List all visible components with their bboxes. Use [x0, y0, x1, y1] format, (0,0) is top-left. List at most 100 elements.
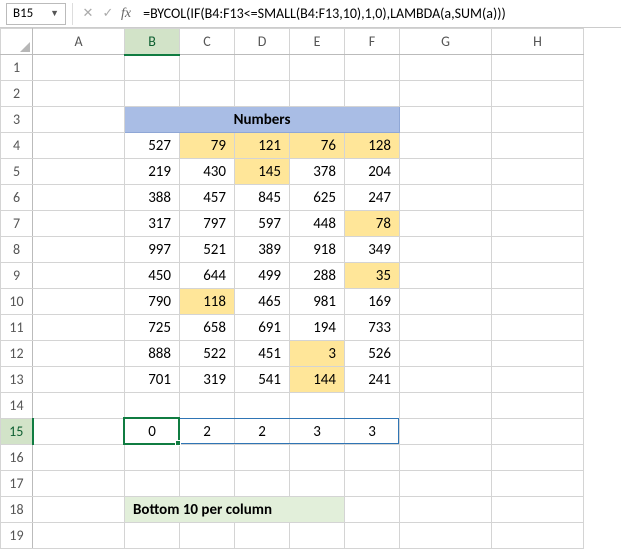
- cell[interactable]: 733: [345, 315, 400, 341]
- cell[interactable]: 76: [290, 133, 345, 159]
- cell[interactable]: [33, 159, 125, 185]
- cell[interactable]: 78: [345, 211, 400, 237]
- cell[interactable]: [492, 211, 584, 237]
- cell[interactable]: 319: [180, 367, 235, 393]
- cancel-icon[interactable]: ✕: [79, 5, 97, 23]
- cell[interactable]: [400, 315, 492, 341]
- cell[interactable]: 790: [125, 289, 180, 315]
- cell[interactable]: [290, 393, 345, 419]
- cell[interactable]: [33, 315, 125, 341]
- row-header-11[interactable]: 11: [1, 315, 33, 341]
- cell[interactable]: 845: [235, 185, 290, 211]
- row-header-17[interactable]: 17: [1, 471, 33, 497]
- cell[interactable]: 145: [235, 159, 290, 185]
- summary-cell[interactable]: 2: [235, 419, 290, 445]
- bottom-label[interactable]: Bottom 10 per column: [125, 497, 345, 523]
- cell[interactable]: [33, 471, 125, 497]
- check-icon[interactable]: ✓: [99, 5, 117, 23]
- cell[interactable]: [400, 263, 492, 289]
- numbers-header[interactable]: Numbers: [125, 107, 400, 133]
- cell[interactable]: [400, 211, 492, 237]
- cell[interactable]: [235, 471, 290, 497]
- spreadsheet-grid[interactable]: A B C D E F G H 123Numbers45277912176128…: [0, 28, 621, 549]
- cell[interactable]: [33, 107, 125, 133]
- cell[interactable]: 597: [235, 211, 290, 237]
- cell[interactable]: [33, 81, 125, 107]
- cell[interactable]: [180, 445, 235, 471]
- col-header-A[interactable]: A: [33, 29, 125, 55]
- cell[interactable]: [492, 133, 584, 159]
- cell[interactable]: [345, 445, 400, 471]
- cell[interactable]: [33, 185, 125, 211]
- cell[interactable]: [125, 393, 180, 419]
- cell[interactable]: [400, 497, 492, 523]
- cell[interactable]: [345, 497, 400, 523]
- cell[interactable]: 450: [125, 263, 180, 289]
- fill-handle[interactable]: [175, 440, 181, 446]
- cell[interactable]: [400, 107, 492, 133]
- row-header-12[interactable]: 12: [1, 341, 33, 367]
- cell[interactable]: [492, 419, 584, 445]
- cell[interactable]: [400, 55, 492, 81]
- cell[interactable]: [492, 445, 584, 471]
- cell[interactable]: [125, 81, 180, 107]
- row-header-15[interactable]: 15: [1, 419, 33, 445]
- cell[interactable]: [492, 159, 584, 185]
- cell[interactable]: [33, 445, 125, 471]
- cell[interactable]: 430: [180, 159, 235, 185]
- cell[interactable]: [290, 523, 345, 549]
- cell[interactable]: 247: [345, 185, 400, 211]
- cell[interactable]: [235, 445, 290, 471]
- cell[interactable]: [492, 55, 584, 81]
- summary-cell[interactable]: 2: [180, 419, 235, 445]
- cell[interactable]: 465: [235, 289, 290, 315]
- row-header-10[interactable]: 10: [1, 289, 33, 315]
- cell[interactable]: 644: [180, 263, 235, 289]
- cell[interactable]: [125, 523, 180, 549]
- row-header-5[interactable]: 5: [1, 159, 33, 185]
- col-header-F[interactable]: F: [345, 29, 400, 55]
- cell[interactable]: [400, 237, 492, 263]
- cell[interactable]: [33, 237, 125, 263]
- cell[interactable]: 888: [125, 341, 180, 367]
- cell[interactable]: 79: [180, 133, 235, 159]
- cell[interactable]: [492, 237, 584, 263]
- cell[interactable]: [492, 315, 584, 341]
- cell[interactable]: [492, 497, 584, 523]
- cell[interactable]: [180, 393, 235, 419]
- cell[interactable]: [400, 419, 492, 445]
- cell[interactable]: [492, 81, 584, 107]
- cell[interactable]: [33, 367, 125, 393]
- cell[interactable]: [345, 523, 400, 549]
- cell[interactable]: 288: [290, 263, 345, 289]
- cell[interactable]: 121: [235, 133, 290, 159]
- cell[interactable]: 219: [125, 159, 180, 185]
- cell[interactable]: [235, 523, 290, 549]
- formula-input[interactable]: =BYCOL(IF(B4:F13<=SMALL(B4:F13,10),1,0),…: [139, 3, 621, 24]
- cell[interactable]: [290, 471, 345, 497]
- col-header-H[interactable]: H: [492, 29, 584, 55]
- cell[interactable]: [400, 289, 492, 315]
- cell[interactable]: 625: [290, 185, 345, 211]
- cell[interactable]: 997: [125, 237, 180, 263]
- cell[interactable]: [33, 419, 125, 445]
- cell[interactable]: 349: [345, 237, 400, 263]
- cell[interactable]: [180, 81, 235, 107]
- cell[interactable]: 35: [345, 263, 400, 289]
- row-header-4[interactable]: 4: [1, 133, 33, 159]
- row-header-1[interactable]: 1: [1, 55, 33, 81]
- cell[interactable]: 3: [290, 341, 345, 367]
- cell[interactable]: 725: [125, 315, 180, 341]
- cell[interactable]: [400, 341, 492, 367]
- cell[interactable]: [400, 445, 492, 471]
- cell[interactable]: 388: [125, 185, 180, 211]
- cell[interactable]: [345, 393, 400, 419]
- cell[interactable]: 797: [180, 211, 235, 237]
- cell[interactable]: 457: [180, 185, 235, 211]
- cell[interactable]: 378: [290, 159, 345, 185]
- cell[interactable]: [492, 263, 584, 289]
- cell[interactable]: 448: [290, 211, 345, 237]
- cell[interactable]: [125, 55, 180, 81]
- cell[interactable]: 918: [290, 237, 345, 263]
- cell[interactable]: [125, 471, 180, 497]
